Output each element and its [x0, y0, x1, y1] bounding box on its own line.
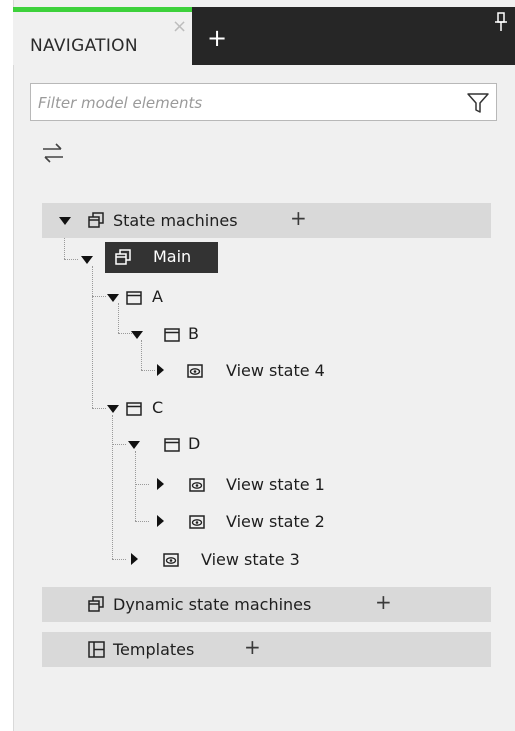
state-icon: [164, 438, 180, 452]
tab-navigation[interactable]: NAVIGATION ×: [13, 7, 192, 65]
view-state-icon: [163, 553, 179, 567]
tree-item-b[interactable]: B: [164, 323, 244, 347]
tree-item-view-state-3[interactable]: View state 3: [163, 549, 323, 573]
expand-toggle[interactable]: [131, 553, 138, 565]
tree-item-label: View state 1: [226, 475, 325, 494]
state-icon: [164, 328, 180, 342]
tree-item-label: View state 3: [201, 550, 300, 569]
tree-item-label: View state 2: [226, 512, 325, 531]
swap-arrows-icon[interactable]: [40, 141, 66, 165]
tree-item-view-state-4[interactable]: View state 4: [187, 360, 347, 384]
tree-item-main-selected[interactable]: Main: [105, 242, 218, 273]
expand-toggle[interactable]: [157, 364, 164, 376]
tree-connector: [118, 333, 132, 334]
tree-item-d[interactable]: D: [164, 433, 244, 457]
state-machine-icon: [88, 596, 105, 613]
filter-box: [30, 83, 497, 121]
expand-toggle[interactable]: [157, 478, 164, 490]
state-icon: [126, 402, 142, 416]
tree-connector: [64, 259, 78, 260]
tree-connector: [118, 303, 119, 333]
expand-toggle[interactable]: [128, 441, 140, 449]
section-label: State machines: [113, 211, 238, 230]
section-templates: Templates +: [42, 632, 491, 667]
view-state-icon: [189, 515, 205, 529]
state-machine-icon: [88, 212, 105, 229]
tree-item-label: C: [152, 398, 164, 417]
tree-item-label: Main: [153, 247, 192, 266]
expand-toggle[interactable]: [107, 294, 119, 302]
pin-icon[interactable]: [494, 11, 508, 33]
tree-connector: [135, 484, 149, 485]
state-machine-icon: [115, 249, 132, 266]
tree-item-label: D: [188, 434, 201, 453]
tree-connector: [141, 370, 155, 371]
tree-connector: [92, 296, 106, 297]
tree-connector: [141, 340, 142, 370]
add-dynamic-state-machine-button[interactable]: +: [375, 591, 392, 613]
view-state-icon: [187, 364, 203, 378]
tree-connector: [112, 444, 126, 445]
section-state-machines: State machines +: [42, 203, 491, 238]
tab-active-indicator: [13, 7, 192, 12]
expand-toggle[interactable]: [157, 515, 164, 527]
expand-toggle[interactable]: [107, 405, 119, 413]
filter-input[interactable]: [36, 90, 460, 116]
add-state-machine-button[interactable]: +: [290, 207, 307, 229]
tree-item-label: B: [188, 324, 199, 343]
funnel-icon[interactable]: [466, 92, 490, 114]
tree-item-c[interactable]: C: [126, 397, 206, 421]
tree-connector: [112, 415, 113, 559]
close-icon[interactable]: ×: [172, 18, 187, 36]
section-dynamic-state-machines: Dynamic state machines +: [42, 587, 491, 622]
tree-item-view-state-1[interactable]: View state 1: [189, 474, 349, 498]
tree-connector: [92, 266, 93, 408]
tree-item-view-state-2[interactable]: View state 2: [189, 511, 349, 535]
tree-item-label: View state 4: [226, 361, 325, 380]
tree-item-label: A: [152, 287, 163, 306]
expand-toggle[interactable]: [81, 256, 93, 264]
view-state-icon: [189, 478, 205, 492]
section-label: Dynamic state machines: [113, 595, 312, 614]
add-template-button[interactable]: +: [244, 636, 261, 658]
tree-item-a[interactable]: A: [126, 286, 206, 310]
add-tab-button[interactable]: +: [207, 26, 227, 50]
section-label: Templates: [113, 640, 195, 659]
template-icon: [88, 641, 105, 658]
tree-connector: [112, 559, 126, 560]
tree-connector: [92, 408, 106, 409]
tab-label: NAVIGATION: [30, 36, 138, 56]
collapse-toggle[interactable]: [59, 217, 71, 225]
tree-connector: [135, 521, 149, 522]
tree-connector: [135, 451, 136, 521]
state-icon: [126, 291, 142, 305]
expand-toggle[interactable]: [131, 331, 143, 339]
